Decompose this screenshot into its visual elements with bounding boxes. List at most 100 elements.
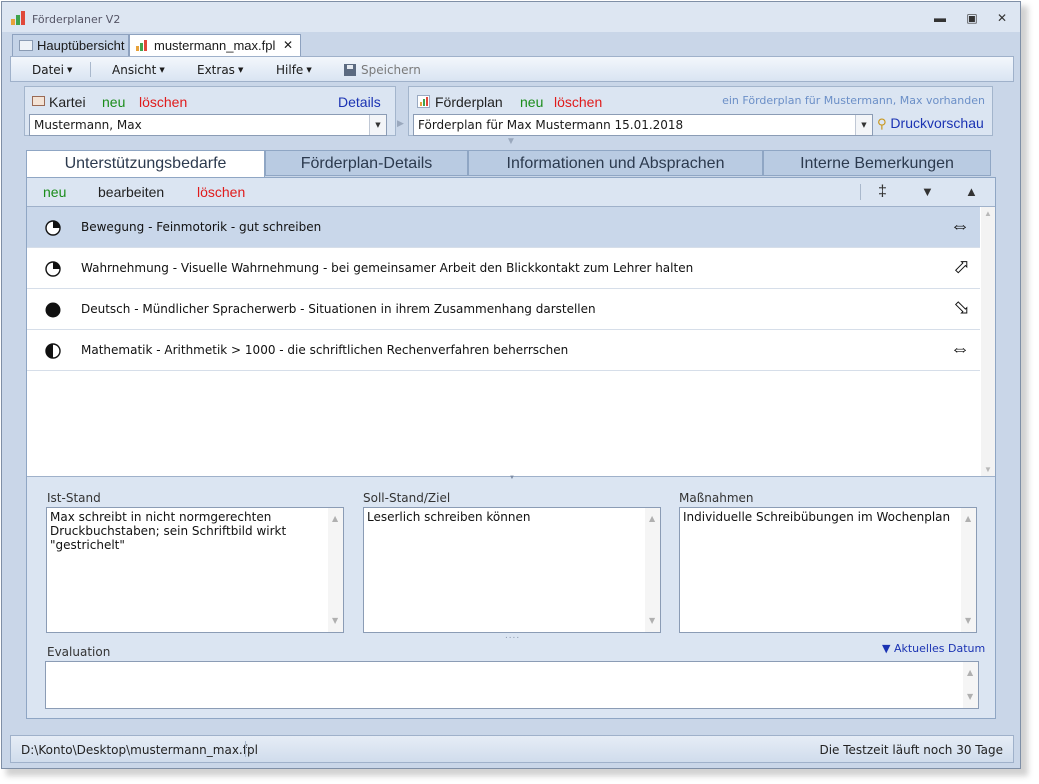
trend-up-icon: ⬀ [953, 256, 970, 278]
status-bar: D:\Konto\Desktop\mustermann_max.fpl Die … [10, 735, 1014, 763]
massnahmen-field[interactable]: Individuelle Schreibübungen im Wochenpla… [679, 507, 977, 633]
list-item[interactable]: Wahrnehmung - Visuelle Wahrnehmung - bei… [27, 248, 980, 289]
list-item[interactable]: Mathematik - Arithmetik > 1000 - die sch… [27, 330, 980, 371]
close-tab-icon[interactable]: ✕ [283, 35, 293, 56]
memo-scrollbar[interactable]: ▲ ▼ [645, 508, 660, 632]
sort-icon[interactable]: ‡ [878, 183, 887, 201]
ist-stand-field[interactable]: Max schreibt in nicht normgerechten Druc… [46, 507, 344, 633]
evaluation-field[interactable]: ▲ ▼ [45, 661, 979, 709]
list-item[interactable]: Bewegung - Feinmotorik - gut schreiben ⇔ [27, 207, 980, 248]
trend-equal-icon: ⇔ [950, 215, 970, 237]
close-window-button[interactable]: ✕ [992, 10, 1012, 26]
scroll-up-icon[interactable]: ▲ [984, 209, 992, 218]
move-down-icon[interactable]: ▼ [921, 184, 934, 199]
menu-datei[interactable]: Datei ▼ [32, 63, 72, 77]
kartei-delete-link[interactable]: löschen [139, 94, 187, 110]
ist-stand-value: Max schreibt in nicht normgerechten Druc… [50, 510, 287, 552]
kartei-panel: Kartei neu löschen Details Mustermann, M… [24, 86, 396, 136]
foerderplan-delete-link[interactable]: löschen [554, 94, 602, 110]
menu-extras[interactable]: Extras ▼ [197, 63, 243, 77]
tab-label: mustermann_max.fpl [154, 38, 276, 53]
kartei-new-link[interactable]: neu [102, 94, 125, 110]
kartei-details-link[interactable]: Details [338, 94, 381, 110]
menu-bar: Datei ▼ Ansicht ▼ Extras ▼ Hilfe ▼ Speichern [10, 56, 1014, 82]
need-text: Deutsch - Mündlicher Spracherwerb - Situ… [81, 302, 596, 316]
status-half-icon [45, 343, 61, 359]
print-preview-button[interactable]: ⚲ Druckvorschau [877, 115, 984, 132]
bar-chart-icon [417, 95, 430, 108]
card-icon [32, 96, 45, 106]
menu-ansicht[interactable]: Ansicht ▼ [112, 63, 165, 77]
foerderplan-new-link[interactable]: neu [520, 94, 543, 110]
move-up-icon[interactable]: ▲ [965, 184, 978, 199]
statusbar-divider [245, 741, 246, 757]
need-edit-link[interactable]: bearbeiten [98, 184, 164, 200]
document-tabstrip: Hauptübersicht mustermann_max.fpl ✕ [12, 34, 1012, 57]
memo-scrollbar[interactable]: ▲ ▼ [961, 508, 976, 632]
trial-status: Die Testzeit läuft noch 30 Tage [819, 743, 1003, 757]
ist-stand-label: Ist-Stand [47, 491, 101, 505]
status-quarter-icon [45, 220, 61, 236]
menu-hilfe[interactable]: Hilfe ▼ [276, 63, 312, 77]
tab-foerderplan-details[interactable]: Förderplan-Details [265, 150, 468, 176]
arrow-down-icon: ▼ [506, 136, 516, 147]
tab-label: Interne Bemerkungen [800, 155, 954, 172]
list-scrollbar[interactable]: ▲ ▼ [981, 207, 995, 476]
foerderplan-select[interactable]: Förderplan für Max Mustermann 15.01.2018… [413, 114, 873, 136]
memo-scrollbar[interactable]: ▲ ▼ [963, 662, 978, 708]
memo-scrollbar[interactable]: ▲ ▼ [328, 508, 343, 632]
foerderplan-info: ein Förderplan für Mustermann, Max vorha… [722, 94, 985, 107]
massnahmen-label: Maßnahmen [679, 491, 754, 505]
minimize-button[interactable]: ▬ [930, 10, 950, 26]
main-window: Förderplaner V2 ▬ ▣ ✕ Hauptübersicht mus… [1, 1, 1021, 769]
status-full-icon [45, 302, 61, 318]
massnahmen-value: Individuelle Schreibübungen im Wochenpla… [683, 510, 951, 524]
arrow-right-icon: ▶ [397, 118, 404, 128]
tab-hauptuebersicht[interactable]: Hauptübersicht [12, 34, 129, 56]
tab-unterstuetzungsbedarfe[interactable]: Unterstützungsbedarfe [26, 150, 265, 178]
need-delete-link[interactable]: löschen [197, 184, 245, 200]
chevron-down-icon[interactable]: ▼ [855, 115, 872, 135]
kartei-select-value: Mustermann, Max [34, 118, 142, 132]
tab-label: Hauptübersicht [37, 38, 125, 53]
foerderplan-select-value: Förderplan für Max Mustermann 15.01.2018 [418, 118, 684, 132]
save-button[interactable]: Speichern [344, 63, 421, 77]
tab-label: Unterstützungsbedarfe [64, 155, 227, 172]
soll-stand-value: Leserlich schreiben können [367, 510, 531, 524]
evaluation-label: Evaluation [47, 645, 111, 659]
kartei-label: Kartei [49, 94, 86, 110]
splitter-dots[interactable]: .... [505, 630, 520, 641]
toolbar-divider [860, 184, 861, 200]
needs-list: Bewegung - Feinmotorik - gut schreiben ⇔… [27, 206, 995, 477]
tab-informationen-absprachen[interactable]: Informationen und Absprachen [468, 150, 763, 176]
tab-content: neu bearbeiten löschen ‡ ▼ ▲ Bewegung - … [26, 177, 996, 719]
need-text: Bewegung - Feinmotorik - gut schreiben [81, 220, 322, 234]
magnifier-icon: ⚲ [877, 116, 887, 131]
list-toolbar: neu bearbeiten löschen ‡ ▼ ▲ [27, 178, 995, 206]
need-new-link[interactable]: neu [43, 184, 66, 200]
chevron-down-icon[interactable]: ▼ [369, 115, 386, 135]
trend-equal-icon: ⇔ [950, 338, 970, 360]
menu-divider [90, 62, 91, 77]
list-icon [19, 40, 33, 51]
bar-chart-icon [11, 11, 27, 25]
bar-chart-icon [136, 40, 150, 51]
soll-stand-label: Soll-Stand/Ziel [363, 491, 451, 505]
tab-label: Förderplan-Details [300, 155, 433, 172]
status-quarter-icon [45, 261, 61, 277]
scroll-down-icon[interactable]: ▼ [984, 465, 992, 474]
tab-interne-bemerkungen[interactable]: Interne Bemerkungen [763, 150, 991, 176]
soll-stand-field[interactable]: Leserlich schreiben können ▲ ▼ [363, 507, 661, 633]
kartei-select[interactable]: Mustermann, Max ▼ [29, 114, 387, 136]
floppy-icon [344, 64, 356, 76]
splitter-grip-icon[interactable]: ▼ [509, 475, 515, 481]
maximize-button[interactable]: ▣ [962, 10, 982, 26]
need-text: Mathematik - Arithmetik > 1000 - die sch… [81, 343, 569, 357]
trend-down-icon: ⬂ [953, 297, 970, 319]
list-item[interactable]: Deutsch - Mündlicher Spracherwerb - Situ… [27, 289, 980, 330]
current-date-link[interactable]: ▼ Aktuelles Datum [882, 642, 985, 655]
foerderplan-panel: Förderplan neu löschen ein Förderplan fü… [408, 86, 993, 136]
tab-mustermann-max[interactable]: mustermann_max.fpl ✕ [129, 34, 301, 57]
need-text: Wahrnehmung - Visuelle Wahrnehmung - bei… [81, 261, 694, 275]
title-bar: Förderplaner V2 ▬ ▣ ✕ [2, 2, 1020, 32]
